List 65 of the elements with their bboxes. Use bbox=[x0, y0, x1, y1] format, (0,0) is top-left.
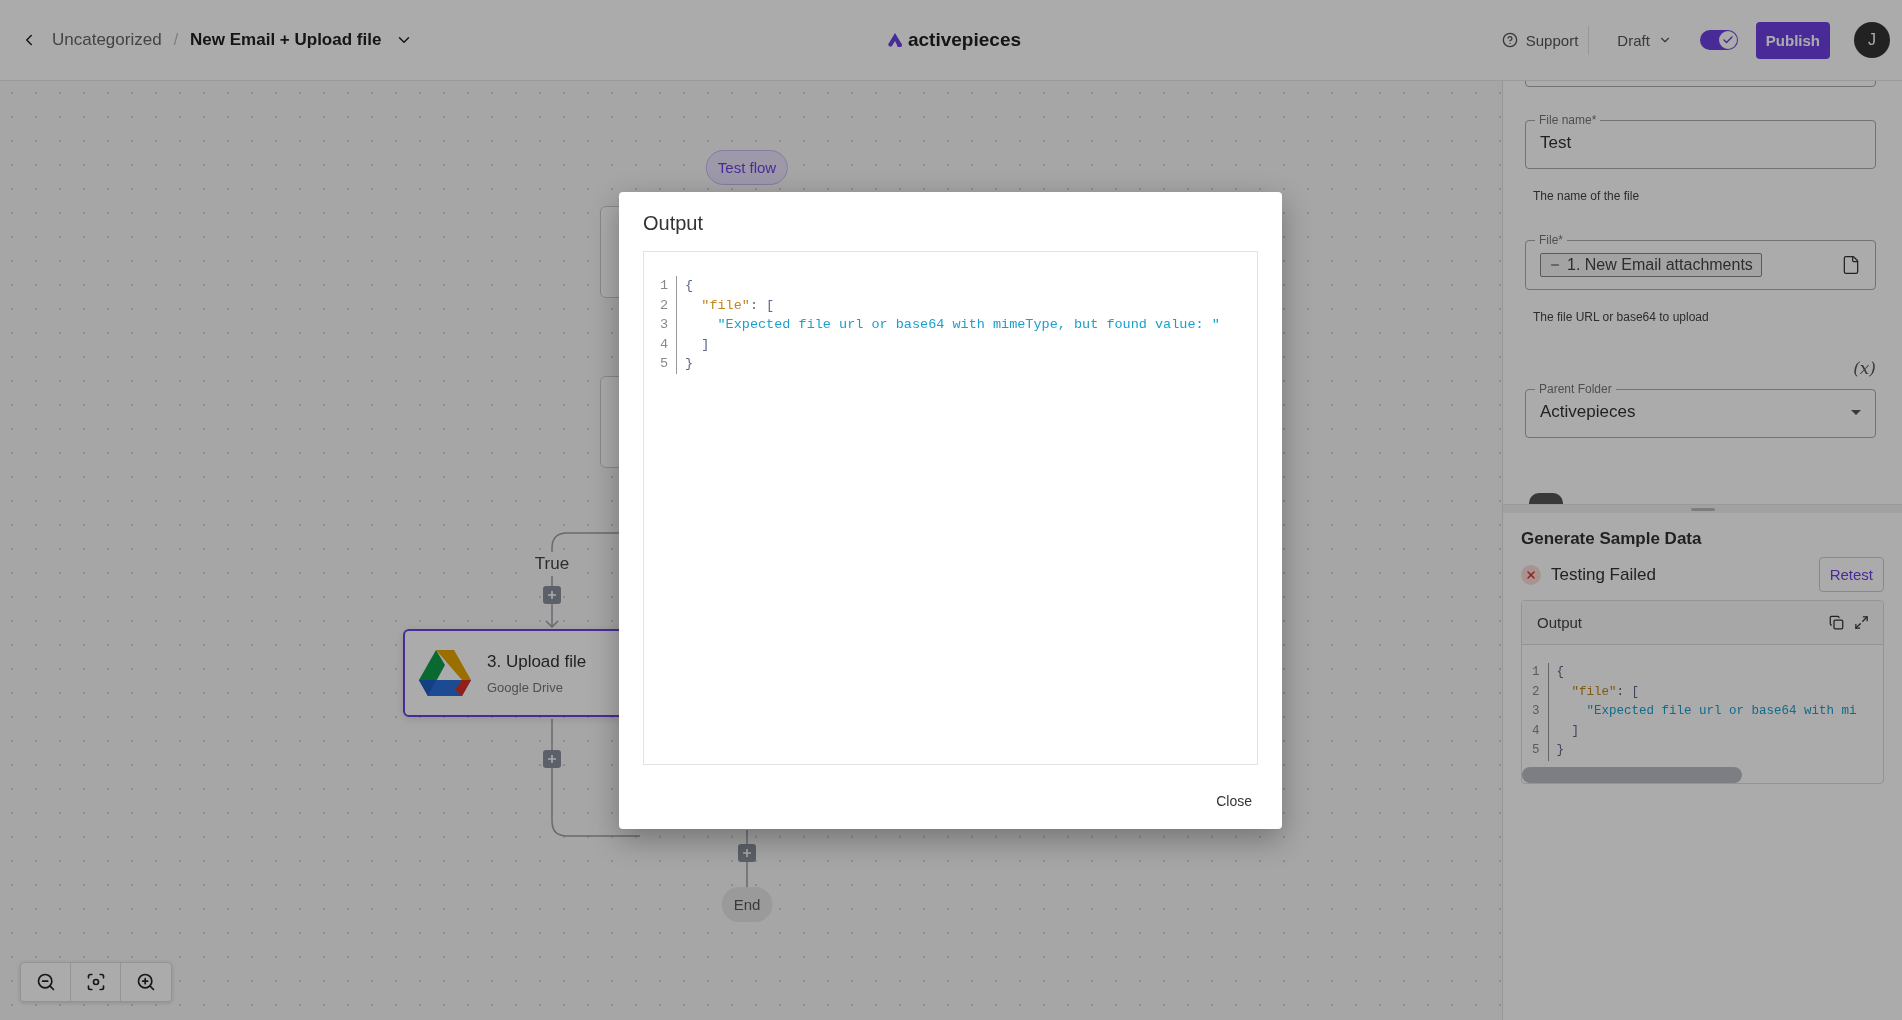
line-number: 3 bbox=[1532, 703, 1540, 720]
line-number: 3 bbox=[660, 316, 669, 334]
zoom-out-icon bbox=[35, 972, 56, 992]
enable-toggle[interactable] bbox=[1699, 30, 1738, 50]
line-number: 5 bbox=[1532, 742, 1540, 759]
code-line: ] bbox=[700, 335, 711, 354]
field-value: Test bbox=[1540, 133, 1573, 153]
line-number: 5 bbox=[660, 355, 669, 373]
code-line: } bbox=[1556, 742, 1566, 759]
line-number: 4 bbox=[1532, 722, 1540, 740]
flow-name: New Email + Upload file bbox=[190, 30, 382, 50]
scrollbar[interactable] bbox=[1522, 766, 1742, 783]
retest-button[interactable]: Retest bbox=[1818, 557, 1884, 592]
status-text: Testing Failed bbox=[1551, 564, 1657, 585]
logo-text: activepieces bbox=[908, 29, 1021, 51]
help-text: The file URL or base64 to upload bbox=[1533, 310, 1710, 324]
add-step-button[interactable] bbox=[738, 844, 756, 862]
copy-icon[interactable] bbox=[1829, 615, 1844, 630]
code-line: { bbox=[685, 277, 695, 295]
drive-logo-icon bbox=[419, 650, 471, 696]
plus-icon bbox=[547, 590, 557, 600]
help-text: The name of the file bbox=[1533, 189, 1641, 203]
input-field[interactable]: File* 1. New Email attachments bbox=[1525, 233, 1876, 290]
help-icon bbox=[1501, 32, 1518, 48]
line-number: 1 bbox=[660, 277, 669, 295]
code-line: { bbox=[1556, 664, 1566, 681]
zoom-in-icon bbox=[136, 972, 156, 992]
input-field[interactable]: File name* Test bbox=[1525, 113, 1876, 169]
step-subtitle: Google Drive bbox=[487, 679, 564, 695]
focus-icon bbox=[85, 972, 106, 992]
line-number: 2 bbox=[660, 296, 669, 315]
user-avatar[interactable]: J bbox=[1854, 22, 1890, 58]
caret-icon bbox=[1851, 409, 1861, 415]
dialog-title: Output bbox=[643, 212, 705, 235]
breadcrumb-separator: / bbox=[173, 31, 179, 49]
variable-chip[interactable]: 1. New Email attachments bbox=[1540, 253, 1762, 277]
expand-icon[interactable] bbox=[1854, 615, 1869, 630]
publish-button[interactable]: Publish bbox=[1755, 21, 1830, 59]
plus-icon bbox=[742, 848, 752, 858]
output-title: Output bbox=[1537, 614, 1584, 631]
line-number: 1 bbox=[1532, 664, 1540, 681]
support-button[interactable]: Support bbox=[1491, 25, 1590, 55]
code-line: "Expected file url or base64 with mi bbox=[1585, 703, 1857, 720]
logo-icon bbox=[887, 33, 903, 47]
dropdown-field[interactable]: Parent Folder Activepieces bbox=[1525, 382, 1876, 438]
section-title: Generate Sample Data bbox=[1521, 529, 1703, 549]
expression-toggle[interactable]: (x) bbox=[1853, 358, 1876, 378]
plus-icon bbox=[547, 754, 557, 764]
line-number: 2 bbox=[1532, 683, 1540, 701]
check-icon bbox=[1721, 34, 1734, 46]
code-line: "file": [ bbox=[700, 296, 776, 315]
dropdown-value: Activepieces bbox=[1540, 402, 1637, 422]
breadcrumb-link[interactable]: Uncategorized bbox=[52, 30, 162, 50]
code-line: ] bbox=[1570, 722, 1581, 740]
code-line: "file": [ bbox=[1570, 683, 1641, 701]
code-line: "Expected file url or base64 with mimeType, but found value: " bbox=[716, 316, 1220, 334]
close-button[interactable]: Close bbox=[1210, 785, 1258, 817]
status-dropdown[interactable]: Draft bbox=[1607, 25, 1682, 55]
file-icon[interactable] bbox=[1841, 255, 1861, 275]
branch-label: True bbox=[532, 552, 572, 576]
test-flow-button[interactable]: Test flow bbox=[705, 150, 789, 185]
end-label: End bbox=[721, 887, 773, 922]
code-line: } bbox=[685, 355, 695, 373]
step-title: 3. Upload file bbox=[487, 651, 587, 672]
line-number: 4 bbox=[660, 335, 669, 354]
